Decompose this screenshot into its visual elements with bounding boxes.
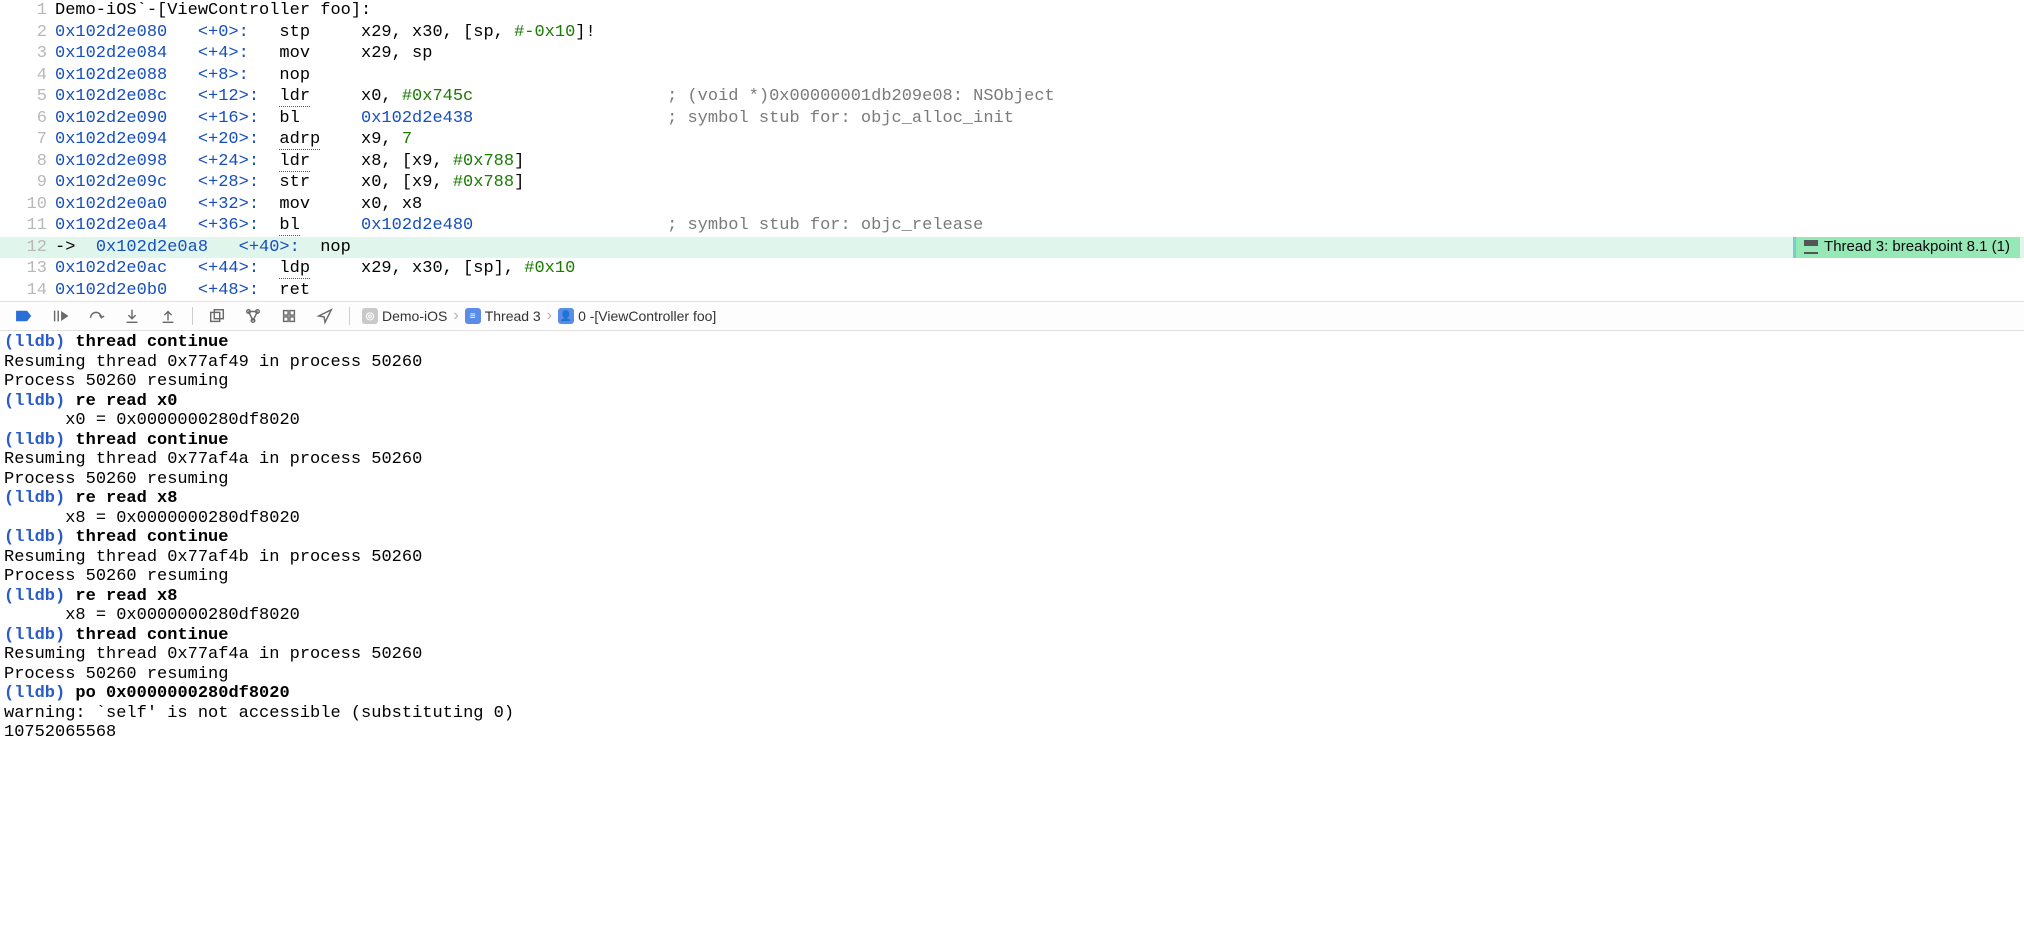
line-number: 6 bbox=[0, 108, 55, 130]
code-cell: 0x102d2e088<+8>:nop bbox=[55, 65, 2024, 87]
breadcrumb-item-target[interactable]: ◎Demo-iOS bbox=[358, 308, 451, 324]
console-output-line: Process 50260 resuming bbox=[4, 372, 2020, 392]
disasm-row[interactable]: 11 0x102d2e0a4<+36>:bl0x102d2e480; symbo… bbox=[0, 215, 2024, 237]
breakpoint-badge[interactable]: Thread 3: breakpoint 8.1 (1) bbox=[1793, 237, 2020, 258]
console-output-line: Resuming thread 0x77af4a in process 5026… bbox=[4, 450, 2020, 470]
console-command-line: (lldb) re read x8 bbox=[4, 489, 2020, 509]
thread-icon: ≡ bbox=[465, 308, 481, 324]
console-output-line: Process 50260 resuming bbox=[4, 567, 2020, 587]
line-number: 4 bbox=[0, 65, 55, 87]
frame-icon: 👤 bbox=[558, 308, 574, 324]
line-number: 12 bbox=[0, 237, 55, 259]
disasm-row-current[interactable]: 12-> 0x102d2e0a8<+40>:nopThread 3: break… bbox=[0, 237, 2024, 259]
disasm-row[interactable]: 2 0x102d2e080<+0>:stpx29, x30, [sp, #-0x… bbox=[0, 22, 2024, 44]
console-output-line: x8 = 0x0000000280df8020 bbox=[4, 509, 2020, 529]
continue-button[interactable] bbox=[44, 304, 76, 328]
disassembly-pane: 1Demo-iOS`-[ViewController foo]:2 0x102d… bbox=[0, 0, 2024, 301]
breadcrumb-separator-icon: › bbox=[547, 307, 552, 325]
breadcrumb-label: Demo-iOS bbox=[382, 308, 447, 324]
lldb-console[interactable]: (lldb) thread continueResuming thread 0x… bbox=[0, 331, 2024, 763]
disasm-row[interactable]: 4 0x102d2e088<+8>:nop bbox=[0, 65, 2024, 87]
console-output-line: x8 = 0x0000000280df8020 bbox=[4, 606, 2020, 626]
code-cell: 0x102d2e0b0<+48>:ret bbox=[55, 280, 2024, 302]
console-output-line: Resuming thread 0x77af4a in process 5026… bbox=[4, 645, 2020, 665]
disasm-row[interactable]: 9 0x102d2e09c<+28>:strx0, [x9, #0x788] bbox=[0, 172, 2024, 194]
code-cell: 0x102d2e08c<+12>:ldrx0, #0x745c; (void *… bbox=[55, 86, 2024, 108]
target-icon: ◎ bbox=[362, 308, 378, 324]
code-cell: -> 0x102d2e0a8<+40>:nopThread 3: breakpo… bbox=[55, 237, 2024, 259]
console-command-line: (lldb) po 0x0000000280df8020 bbox=[4, 684, 2020, 704]
line-number: 5 bbox=[0, 86, 55, 108]
toolbar-separator bbox=[192, 307, 193, 325]
disasm-row[interactable]: 14 0x102d2e0b0<+48>:ret bbox=[0, 280, 2024, 302]
code-cell: 0x102d2e09c<+28>:strx0, [x9, #0x788] bbox=[55, 172, 2024, 194]
disasm-row[interactable]: 10 0x102d2e0a0<+32>:movx0, x8 bbox=[0, 194, 2024, 216]
disasm-row[interactable]: 13 0x102d2e0ac<+44>:ldpx29, x30, [sp], #… bbox=[0, 258, 2024, 280]
code-cell: 0x102d2e094<+20>:adrpx9, 7 bbox=[55, 129, 2024, 151]
debug-memory-graph-button[interactable] bbox=[237, 304, 269, 328]
console-command-line: (lldb) thread continue bbox=[4, 431, 2020, 451]
console-output-line: x0 = 0x0000000280df8020 bbox=[4, 411, 2020, 431]
console-command-line: (lldb) thread continue bbox=[4, 333, 2020, 353]
toolbar-separator bbox=[349, 307, 350, 325]
breadcrumb-item-thread[interactable]: ≡Thread 3 bbox=[461, 308, 545, 324]
console-command-line: (lldb) re read x0 bbox=[4, 392, 2020, 412]
breadcrumb-label: Thread 3 bbox=[485, 308, 541, 324]
line-number: 2 bbox=[0, 22, 55, 44]
toggle-breakpoints-button[interactable] bbox=[8, 304, 40, 328]
code-cell: 0x102d2e0a4<+36>:bl0x102d2e480; symbol s… bbox=[55, 215, 2024, 237]
code-cell: 0x102d2e0a0<+32>:movx0, x8 bbox=[55, 194, 2024, 216]
console-output-line: 10752065568 bbox=[4, 723, 2020, 743]
breadcrumb-separator-icon: › bbox=[453, 307, 458, 325]
disasm-row[interactable]: 3 0x102d2e084<+4>:movx29, sp bbox=[0, 43, 2024, 65]
line-number: 7 bbox=[0, 129, 55, 151]
disasm-row[interactable]: 8 0x102d2e098<+24>:ldrx8, [x9, #0x788] bbox=[0, 151, 2024, 173]
console-output-line: Resuming thread 0x77af4b in process 5026… bbox=[4, 548, 2020, 568]
disasm-row[interactable]: 6 0x102d2e090<+16>:bl0x102d2e438; symbol… bbox=[0, 108, 2024, 130]
console-command-line: (lldb) thread continue bbox=[4, 626, 2020, 646]
line-number: 13 bbox=[0, 258, 55, 280]
console-output-line: Process 50260 resuming bbox=[4, 665, 2020, 685]
debug-breadcrumb: ◎Demo-iOS›≡Thread 3›👤0 -[ViewController … bbox=[358, 307, 720, 325]
disasm-row[interactable]: 7 0x102d2e094<+20>:adrpx9, 7 bbox=[0, 129, 2024, 151]
environment-overrides-button[interactable] bbox=[273, 304, 305, 328]
debug-toolbar: ◎Demo-iOS›≡Thread 3›👤0 -[ViewController … bbox=[0, 301, 2024, 331]
console-output-line: warning: `self' is not accessible (subst… bbox=[4, 704, 2020, 724]
line-number: 10 bbox=[0, 194, 55, 216]
code-cell: 0x102d2e0ac<+44>:ldpx29, x30, [sp], #0x1… bbox=[55, 258, 2024, 280]
debug-view-hierarchy-button[interactable] bbox=[201, 304, 233, 328]
breadcrumb-label: 0 -[ViewController foo] bbox=[578, 308, 716, 324]
line-number: 8 bbox=[0, 151, 55, 173]
disasm-row[interactable]: 1Demo-iOS`-[ViewController foo]: bbox=[0, 0, 2024, 22]
code-cell: Demo-iOS`-[ViewController foo]: bbox=[55, 0, 2024, 22]
line-number: 3 bbox=[0, 43, 55, 65]
code-cell: 0x102d2e098<+24>:ldrx8, [x9, #0x788] bbox=[55, 151, 2024, 173]
disasm-row[interactable]: 5 0x102d2e08c<+12>:ldrx0, #0x745c; (void… bbox=[0, 86, 2024, 108]
step-over-button[interactable] bbox=[80, 304, 112, 328]
console-output-line: Resuming thread 0x77af49 in process 5026… bbox=[4, 353, 2020, 373]
step-out-button[interactable] bbox=[152, 304, 184, 328]
line-number: 11 bbox=[0, 215, 55, 237]
console-command-line: (lldb) re read x8 bbox=[4, 587, 2020, 607]
breadcrumb-item-frame[interactable]: 👤0 -[ViewController foo] bbox=[554, 308, 720, 324]
line-number: 14 bbox=[0, 280, 55, 302]
line-number: 9 bbox=[0, 172, 55, 194]
step-into-button[interactable] bbox=[116, 304, 148, 328]
console-output-line: Process 50260 resuming bbox=[4, 470, 2020, 490]
code-cell: 0x102d2e084<+4>:movx29, sp bbox=[55, 43, 2024, 65]
code-cell: 0x102d2e080<+0>:stpx29, x30, [sp, #-0x10… bbox=[55, 22, 2024, 44]
code-cell: 0x102d2e090<+16>:bl0x102d2e438; symbol s… bbox=[55, 108, 2024, 130]
line-number: 1 bbox=[0, 0, 55, 22]
simulate-location-button[interactable] bbox=[309, 304, 341, 328]
console-command-line: (lldb) thread continue bbox=[4, 528, 2020, 548]
